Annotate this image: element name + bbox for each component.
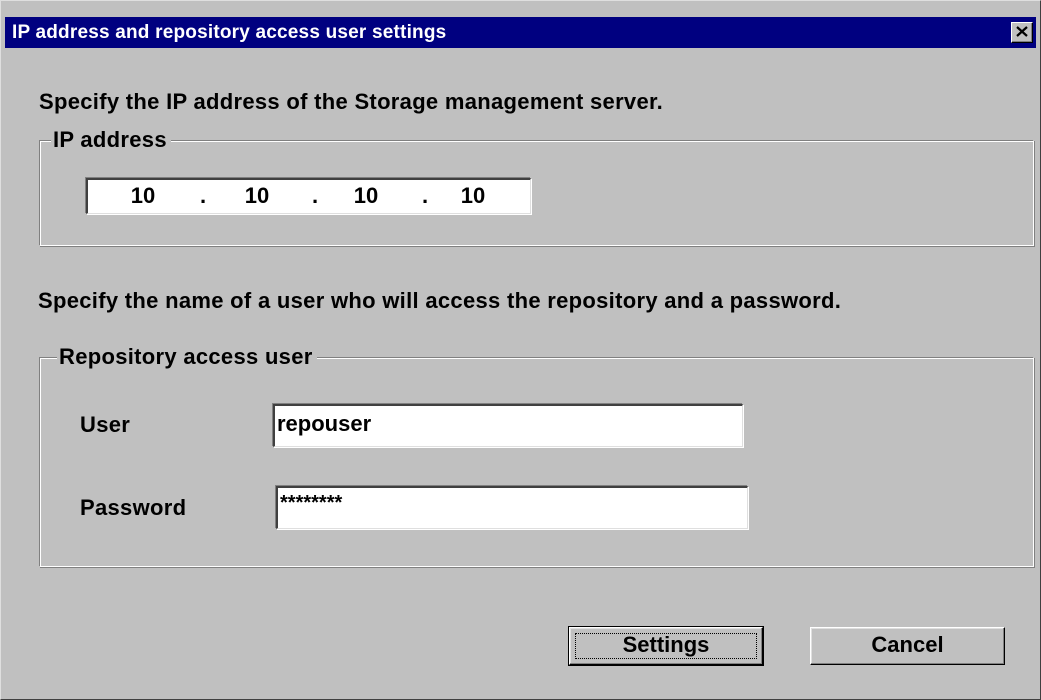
window-title: IP address and repository access user se… — [12, 22, 447, 43]
settings-button[interactable]: Settings — [568, 626, 764, 666]
close-icon — [1016, 26, 1028, 37]
ip-octet-4[interactable]: 10 — [448, 183, 498, 209]
ip-instruction-text: Specify the IP address of the Storage ma… — [39, 89, 664, 114]
ip-address-group-label: IP address — [51, 127, 171, 153]
password-input-value: ******** — [280, 492, 343, 514]
ip-separator-dot: . — [422, 183, 429, 208]
password-label: Password — [80, 495, 187, 520]
ip-octet-2[interactable]: 10 — [232, 183, 282, 209]
ip-octet-1[interactable]: 10 — [118, 183, 168, 209]
repository-user-group-label: Repository access user — [57, 344, 317, 370]
user-input[interactable]: repouser — [273, 404, 743, 447]
title-bar[interactable]: IP address and repository access user se… — [5, 17, 1036, 48]
password-input[interactable]: ******** — [276, 486, 748, 529]
ip-octet-3[interactable]: 10 — [341, 183, 391, 209]
ip-address-input[interactable]: 10 . 10 . 10 . 10 — [86, 178, 531, 214]
cancel-button[interactable]: Cancel — [810, 627, 1005, 665]
cancel-button-label: Cancel — [871, 632, 944, 657]
dialog-window: IP address and repository access user se… — [0, 0, 1041, 700]
repo-instruction-text: Specify the name of a user who will acce… — [38, 288, 842, 313]
ip-separator-dot: . — [200, 183, 207, 208]
user-label: User — [80, 412, 131, 437]
ip-separator-dot: . — [312, 183, 319, 208]
repository-user-groupbox — [39, 357, 1034, 567]
close-button[interactable] — [1011, 22, 1033, 43]
user-input-value: repouser — [277, 411, 372, 436]
focus-indicator — [575, 633, 757, 659]
